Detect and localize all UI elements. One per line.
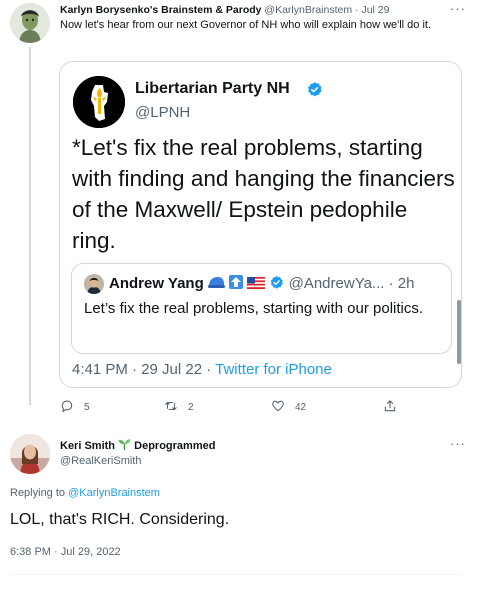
heart-icon [271,399,285,416]
quoted-tweet-text: *Let's fix the real problems, starting w… [72,135,455,253]
cap-emoji-icon [207,275,229,292]
us-flag-emoji-icon [247,275,269,292]
reply-count: 5 [84,402,90,413]
replying-to: Replying to @KarlynBrainstem [10,487,160,499]
reply-author-handle[interactable]: @RealKeriSmith [60,455,141,467]
reply-icon [60,399,74,416]
quoted-avatar[interactable] [73,76,125,128]
verified-badge-icon [269,275,288,292]
nested-tweet-text: Let’s fix the real problems, starting wi… [84,300,424,317]
retweet-count: 2 [188,402,194,413]
tweet-text: Now let's hear from our next Governor of… [60,19,432,31]
source-link[interactable]: Twitter for iPhone [215,361,332,378]
author-name[interactable]: Keri Smith [60,440,115,452]
reply-author-name[interactable]: Keri Smith Deprogrammed [60,438,215,452]
replying-to-link[interactable]: @KarlynBrainstem [68,487,160,499]
retweet-button[interactable]: 2 [164,399,194,416]
author-name-suffix[interactable]: Deprogrammed [134,440,215,452]
reply-text: LOL, that's RICH. Considering. [10,511,230,528]
thread-connector [29,47,31,405]
author-name[interactable]: Karlyn Borysenko's Brainstem & Parody [60,4,261,16]
share-button[interactable] [383,399,397,416]
quoted-time[interactable]: 4:41 PM · 29 Jul 22 · [72,361,215,378]
more-options-button[interactable]: ··· [450,436,466,451]
like-button[interactable]: 42 [271,399,306,416]
author-handle[interactable]: @KarlynBrainstem [264,4,352,16]
nested-tweet-header: Andrew Yang @AndrewYa... · 2h [109,275,414,293]
quoted-author-handle[interactable]: @LPNH [135,104,190,121]
reply-timestamp[interactable]: 6:38 PM · Jul 29, 2022 [10,546,121,558]
up-arrow-emoji-icon [229,275,247,292]
more-options-button[interactable]: ··· [450,1,466,16]
seedling-emoji-icon [118,439,134,452]
like-count: 42 [295,402,307,413]
share-icon [383,399,397,416]
separator-dot: · [355,4,359,16]
reply-button[interactable]: 5 [60,399,90,416]
retweet-icon [164,399,178,416]
avatar[interactable] [10,3,50,43]
quoted-author-name[interactable]: Libertarian Party NH [135,80,290,98]
quoted-timestamp: 4:41 PM · 29 Jul 22 · Twitter for iPhone [72,361,332,378]
tweet-date[interactable]: Jul 29 [361,4,389,16]
verified-badge-icon [306,81,323,98]
tweet-header: Karlyn Borysenko's Brainstem & Parody @K… [60,3,389,17]
nested-avatar[interactable] [84,274,104,294]
replying-to-prefix: Replying to [10,487,69,499]
divider [10,574,462,575]
scrollbar-thumb[interactable] [457,300,461,364]
avatar[interactable] [10,434,50,474]
nested-author-name[interactable]: Andrew Yang [109,275,204,292]
nested-author-meta[interactable]: @AndrewYa... · 2h [289,275,415,292]
